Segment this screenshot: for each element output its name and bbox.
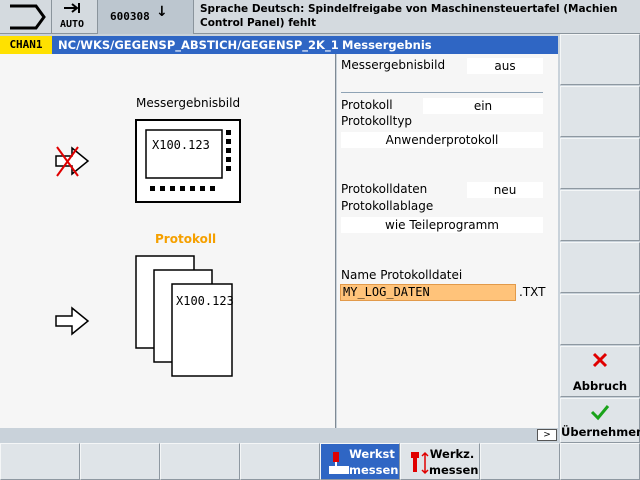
crossed-arrow-icon xyxy=(55,146,90,177)
vertical-softkey-6[interactable] xyxy=(560,294,640,345)
dateiname-extension: .TXT xyxy=(519,285,546,299)
protokoll-label: Protokoll xyxy=(341,98,393,112)
horizontal-softkey-2[interactable] xyxy=(80,443,160,480)
program-selector[interactable]: 600308 ↓ xyxy=(98,0,194,34)
settings-form: Messergebnisbild aus Protokoll ein Proto… xyxy=(337,54,558,428)
auto-mode-indicator: AUTO xyxy=(52,0,98,34)
horizontal-softkey-3[interactable] xyxy=(160,443,240,480)
program-path: NC/WKS/GEGENSP_ABSTICH/GEGENSP_2K_1 xyxy=(58,38,339,52)
cross-icon xyxy=(592,352,608,368)
werkst-messen-button[interactable]: Werkst messen xyxy=(320,443,400,480)
werkz-label-line2: messen xyxy=(429,463,479,477)
werkz-messen-label: Werkz. messen xyxy=(429,446,479,478)
arrow-icon xyxy=(55,306,90,336)
vertical-softkey-3[interactable] xyxy=(560,138,640,189)
protocol-pages-illustration xyxy=(135,255,233,377)
protokoll-caption: Protokoll xyxy=(155,232,217,246)
horizontal-softkey-8[interactable] xyxy=(560,443,640,480)
werkst-messen-label: Werkst messen xyxy=(349,446,399,478)
uebernehmen-button[interactable]: Übernehmen xyxy=(560,398,640,443)
werkz-messen-button[interactable]: Werkz. messen xyxy=(400,443,480,480)
messergebnisbild-caption: Messergebnisbild xyxy=(136,96,241,110)
protokolltyp-field[interactable]: Anwenderprotokoll xyxy=(341,132,543,148)
page-title: Messergebnis xyxy=(342,38,432,52)
vertical-softkey-4[interactable] xyxy=(560,190,640,241)
channel-name: CHAN1 xyxy=(0,36,52,54)
jog-mode-icon xyxy=(10,4,46,30)
auto-arrow-icon xyxy=(64,3,80,13)
next-softkeys-arrow[interactable]: > xyxy=(537,429,557,441)
protokollablage-field[interactable]: wie Teileprogramm xyxy=(341,217,543,233)
program-number: 600308 xyxy=(110,10,150,23)
protokolldaten-label: Protokolldaten xyxy=(341,182,428,196)
auto-label: AUTO xyxy=(60,19,85,30)
illustration-panel: Messergebnisbild X100.123 Protokoll X100… xyxy=(0,54,336,428)
alarm-text: Sprache Deutsch: Spindelfreigabe von Mas… xyxy=(200,3,618,29)
protokollablage-label: Protokollablage xyxy=(341,199,434,213)
uebernehmen-label: Übernehmen xyxy=(561,425,640,439)
down-arrow-icon: ↓ xyxy=(156,4,168,20)
mode-indicator xyxy=(0,0,52,34)
vertical-softkey-2[interactable] xyxy=(560,86,640,137)
protokoll-field[interactable]: ein xyxy=(423,98,543,114)
vertical-softkey-1[interactable] xyxy=(560,34,640,85)
tool-measure-icon xyxy=(411,451,429,475)
measurement-screen-illustration xyxy=(135,119,241,203)
divider xyxy=(341,92,543,93)
werkst-label-line1: Werkst xyxy=(349,447,395,461)
channel-header: CHAN1 NC/WKS/GEGENSP_ABSTICH/GEGENSP_2K_… xyxy=(0,36,558,54)
protokolltyp-label: Protokolltyp xyxy=(341,114,413,128)
messergebnisbild-field[interactable]: aus xyxy=(467,58,543,74)
dateiname-input[interactable]: MY_LOG_DATEN xyxy=(340,284,516,301)
horizontal-softkey-1[interactable] xyxy=(0,443,80,480)
status-bar: AUTO 600308 ↓ Sprache Deutsch: Spindelfr… xyxy=(0,0,640,34)
messergebnisbild-label: Messergebnisbild xyxy=(341,58,446,72)
softkey-scroll-strip: > xyxy=(0,428,558,442)
horizontal-softkey-4[interactable] xyxy=(240,443,320,480)
vertical-softkey-5[interactable] xyxy=(560,242,640,293)
check-icon xyxy=(590,405,610,421)
dateiname-label: Name Protokolldatei xyxy=(341,268,463,282)
workpiece-probe-icon xyxy=(329,452,349,474)
protokolldaten-field[interactable]: neu xyxy=(467,182,543,198)
horizontal-softkey-7[interactable] xyxy=(480,443,560,480)
alarm-line[interactable]: Sprache Deutsch: Spindelfreigabe von Mas… xyxy=(194,0,640,34)
werkz-label-line1: Werkz. xyxy=(429,447,475,461)
abbruch-label: Abbruch xyxy=(572,379,628,393)
paper-value: X100.123 xyxy=(176,294,234,308)
abbruch-button[interactable]: Abbruch xyxy=(560,346,640,397)
werkst-label-line2: messen xyxy=(349,463,399,477)
screen-value: X100.123 xyxy=(152,138,210,152)
